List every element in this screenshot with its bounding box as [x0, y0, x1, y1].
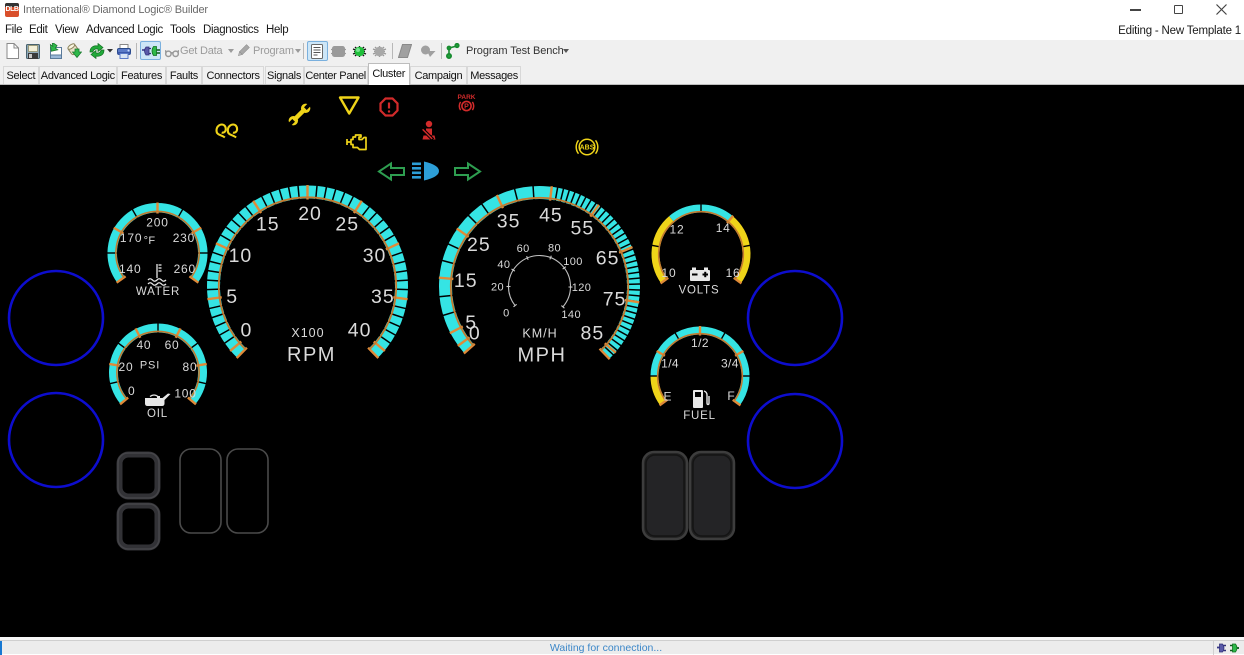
svg-text:PARK: PARK: [458, 94, 476, 101]
svg-text:3/4: 3/4: [721, 357, 739, 371]
svg-text:14: 14: [716, 221, 731, 235]
svg-text:OIL: OIL: [147, 408, 168, 420]
svg-text:80: 80: [183, 360, 198, 374]
svg-text:12: 12: [670, 223, 685, 237]
svg-text:40: 40: [136, 338, 151, 352]
svg-text:140: 140: [561, 309, 581, 321]
svg-text:170: 170: [120, 231, 142, 245]
svg-text:30: 30: [363, 245, 387, 267]
svg-text:45: 45: [539, 204, 563, 226]
svg-text:ABS: ABS: [580, 145, 595, 152]
svg-text:X100: X100: [291, 326, 324, 340]
svg-text:E: E: [663, 389, 672, 403]
svg-text:16: 16: [726, 266, 741, 280]
svg-text:F: F: [727, 389, 735, 403]
svg-text:230: 230: [173, 231, 195, 245]
svg-text:65: 65: [596, 248, 620, 270]
svg-text:80: 80: [548, 242, 561, 254]
svg-text:20: 20: [298, 203, 322, 225]
svg-text:100: 100: [563, 256, 583, 268]
svg-text:60: 60: [165, 338, 180, 352]
svg-text:10: 10: [229, 245, 253, 267]
svg-text:85: 85: [580, 322, 604, 344]
svg-text:55: 55: [571, 217, 595, 239]
svg-text:15: 15: [454, 270, 478, 292]
svg-text:60: 60: [517, 243, 530, 255]
svg-text:25: 25: [467, 234, 491, 256]
svg-text:RPM: RPM: [287, 344, 336, 366]
svg-text:140: 140: [119, 262, 141, 276]
svg-text:100: 100: [174, 387, 196, 401]
svg-text:1/2: 1/2: [691, 336, 709, 350]
svg-text:FUEL: FUEL: [683, 410, 716, 422]
svg-text:15: 15: [256, 214, 280, 236]
svg-text:0: 0: [241, 320, 253, 342]
svg-text:20: 20: [491, 281, 504, 293]
svg-text:0: 0: [503, 307, 510, 319]
svg-text:40: 40: [497, 259, 510, 271]
svg-text:MPH: MPH: [518, 345, 567, 367]
svg-text:40: 40: [348, 320, 372, 342]
svg-text:35: 35: [497, 210, 521, 232]
svg-text:10: 10: [661, 266, 676, 280]
svg-text:35: 35: [371, 286, 395, 308]
svg-text:120: 120: [572, 282, 592, 294]
svg-text:1/4: 1/4: [661, 357, 679, 371]
svg-text:PSI: PSI: [140, 359, 160, 371]
svg-text:5: 5: [465, 312, 477, 334]
svg-text:260: 260: [174, 262, 196, 276]
svg-text:KM/H: KM/H: [522, 327, 557, 341]
svg-text:20: 20: [119, 360, 134, 374]
svg-text:200: 200: [146, 215, 168, 229]
svg-text:P: P: [464, 103, 469, 110]
svg-text:5: 5: [226, 286, 238, 308]
svg-text:°F: °F: [144, 235, 156, 247]
svg-text:25: 25: [335, 214, 359, 236]
svg-text:75: 75: [603, 288, 627, 310]
svg-text:WATER: WATER: [136, 286, 180, 298]
svg-text:0: 0: [128, 384, 135, 398]
svg-text:VOLTS: VOLTS: [679, 285, 720, 297]
